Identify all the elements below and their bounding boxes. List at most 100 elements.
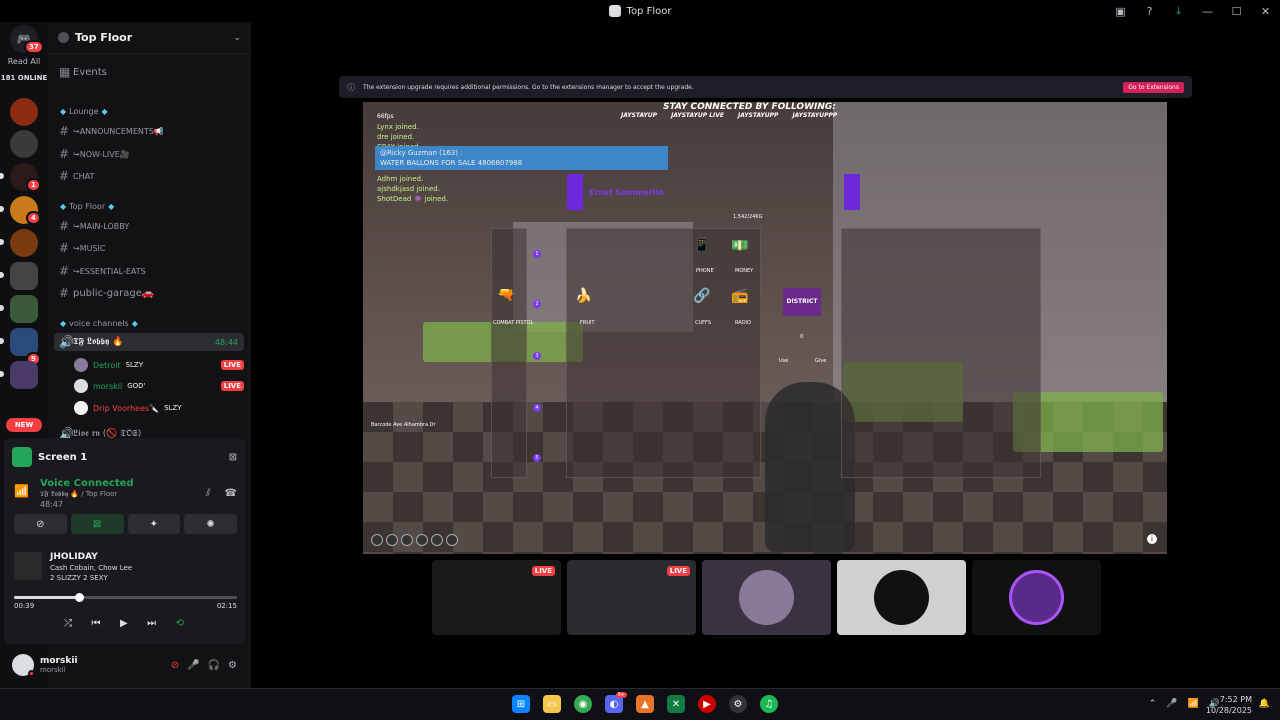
money-icon[interactable]: 💵 [731,238,748,254]
voice-user-detroit[interactable]: Detroit SLZY LIVE [74,356,244,374]
participant-tile-1[interactable] [702,560,831,635]
start-icon[interactable]: ⊞ [512,695,530,713]
ground-grid[interactable] [841,228,1041,478]
voice-user-morskii[interactable]: morskii GOD' LIVE [74,377,244,395]
track-progress-handle[interactable] [74,593,84,602]
voice-user-drip-voorhees[interactable]: Drip Voorhees🔪 SLZY [74,399,244,417]
file-explorer-icon[interactable]: ▭ [543,695,561,713]
info-icon[interactable]: i [1147,534,1157,544]
soundboard-button[interactable]: ✺ [184,514,237,534]
noise-suppression-icon[interactable]: ⫽ [206,488,210,499]
previous-icon[interactable]: ⏮ [91,618,100,629]
pistol-icon[interactable]: 🔫 [497,287,514,303]
diamond-icon: ◆ [108,202,115,211]
category-voice-channels[interactable]: ◆ voice channels ◆ [60,319,138,328]
notification-icon[interactable]: 🔔 [1259,699,1270,709]
close-button[interactable]: ✕ [1251,0,1280,22]
track-title[interactable]: JHOLIDAY [50,552,98,562]
spotify-icon[interactable]: ♫ [760,695,778,713]
youtube-icon[interactable]: ▶ [698,695,716,713]
channel-music[interactable]: # ↪music [54,239,244,257]
category-top-floor[interactable]: ◆ Top Floor ◆ [60,202,114,211]
headphones-icon[interactable]: 🎧 [208,660,220,671]
category-lounge[interactable]: ◆ Lounge ◆ [60,107,108,116]
inventory-tab[interactable] [844,174,860,210]
channel-label: ↪now-live🎥 [73,149,130,159]
channel-label: ↪main-lobby [73,221,130,231]
cuffs-icon[interactable]: 🔗 [693,288,710,304]
server-boost-icon [58,32,69,43]
unread-indicator [0,239,4,245]
twitter-handle: JAYSTAYUPP [738,112,779,119]
server-icon-5[interactable] [10,229,38,257]
repeat-icon[interactable]: ⟲ [176,618,184,629]
stream-thumb-detroit[interactable]: LIVE [432,560,561,635]
disconnect-icon[interactable]: ☎ [225,488,237,499]
participant-tile-3[interactable] [972,560,1101,635]
channel-announcements[interactable]: # ↪announcements📢 [54,122,244,140]
play-icon[interactable]: ▶ [120,618,128,629]
server-folder-4[interactable] [10,361,38,389]
signal-icon[interactable]: 📶 [14,484,29,498]
track-progress[interactable] [14,593,237,602]
user-tag: GOD' [127,382,146,390]
steam-icon[interactable]: ⚙ [729,695,747,713]
channel-main-lobby[interactable]: # ↪main-lobby [54,217,244,235]
microphone-icon[interactable]: 🎤 [187,660,199,671]
activities-button[interactable]: ✦ [127,514,181,534]
shuffle-icon[interactable]: ⤮ [64,618,72,629]
voice-channel-tf-lobby[interactable]: 🔊 𝕿𝕱 𝕷𝖔𝖇𝖇𝖞 🔥 48:44 [54,333,244,351]
server-icon-1[interactable] [10,98,38,126]
excel-icon[interactable]: ✕ [667,695,685,713]
server-folder-1[interactable] [10,262,38,290]
track-artists[interactable]: Cash Cobain, Chow Lee [50,564,132,572]
radio-icon[interactable]: 📻 [731,288,748,304]
microphone-icon[interactable]: 🎤 [1166,699,1177,709]
wifi-icon[interactable]: 📶 [1188,699,1199,709]
track-album[interactable]: 2 SLIZZY 2 SEXY [50,574,108,582]
give-button[interactable]: Give [815,358,826,364]
info-icon: ⓘ [347,82,355,92]
participant-tile-2[interactable] [837,560,966,635]
camera-off-icon[interactable]: ⊘ [171,660,179,671]
system-clock[interactable]: 7:52 PM 10/28/2025 [1206,694,1252,716]
channel-label: ↪announcements📢 [73,126,164,136]
voice-panel: Screen 1 ⊠ 📶 Voice Connected 𝕿𝕱 𝕷𝖔𝖇𝖇𝖞 🔥 … [4,438,245,644]
chevron-up-icon[interactable]: ⌃ [1149,699,1157,709]
maximize-button[interactable]: ☐ [1222,0,1251,22]
app-icon[interactable]: ▲ [636,695,654,713]
screen-share-button[interactable]: ⊠ [70,514,124,534]
instagram-handle: JAYSTAYUPPP [792,112,838,119]
camera-off-button[interactable]: ⊘ [14,514,67,534]
stream-thumb-morskii[interactable]: LIVE [567,560,696,635]
channel-now-live[interactable]: # ↪now-live🎥 [54,145,244,163]
download-icon[interactable]: ⤓ [1164,0,1193,22]
next-icon[interactable]: ⏭ [147,618,156,629]
inbox-icon[interactable]: ▣ [1106,0,1135,22]
chrome-icon[interactable]: ◉ [574,695,592,713]
discord-icon[interactable]: ◐ 9+ [605,692,627,713]
use-button[interactable]: Use [779,358,788,364]
game-stream[interactable]: STAY CONNECTED BY FOLLOWING: JAYSTAYUP J… [363,102,1167,554]
minimize-button[interactable]: — [1193,0,1222,22]
server-folder-2[interactable] [10,295,38,323]
server-badge-4: 4 [26,211,41,225]
settings-gear-icon[interactable]: ⚙ [228,660,237,671]
events-item[interactable]: ▦ Events [54,63,244,81]
read-all-button[interactable]: Read All [0,57,48,66]
channel-chat[interactable]: # chat [54,167,244,185]
go-to-extensions-button[interactable]: Go to Extensions [1123,81,1184,93]
inventory-grid[interactable] [566,228,761,478]
new-unreads-pill[interactable]: NEW [6,418,42,432]
avatar[interactable] [12,654,35,677]
user-name[interactable]: morskii [40,656,78,666]
help-icon[interactable]: ? [1135,0,1164,22]
inventory-tab[interactable] [567,174,583,210]
channel-public-garage[interactable]: # public-garage🚗 [54,284,244,302]
phone-icon[interactable]: 📱 [693,238,710,254]
close-icon[interactable]: ⊠ [229,452,237,463]
server-icon-2[interactable] [10,130,38,158]
server-header[interactable]: Top Floor ⌄ [48,22,251,54]
fruit-icon[interactable]: 🍌 [575,288,592,304]
channel-essential-eats[interactable]: # ↪essential-eats [54,262,244,280]
